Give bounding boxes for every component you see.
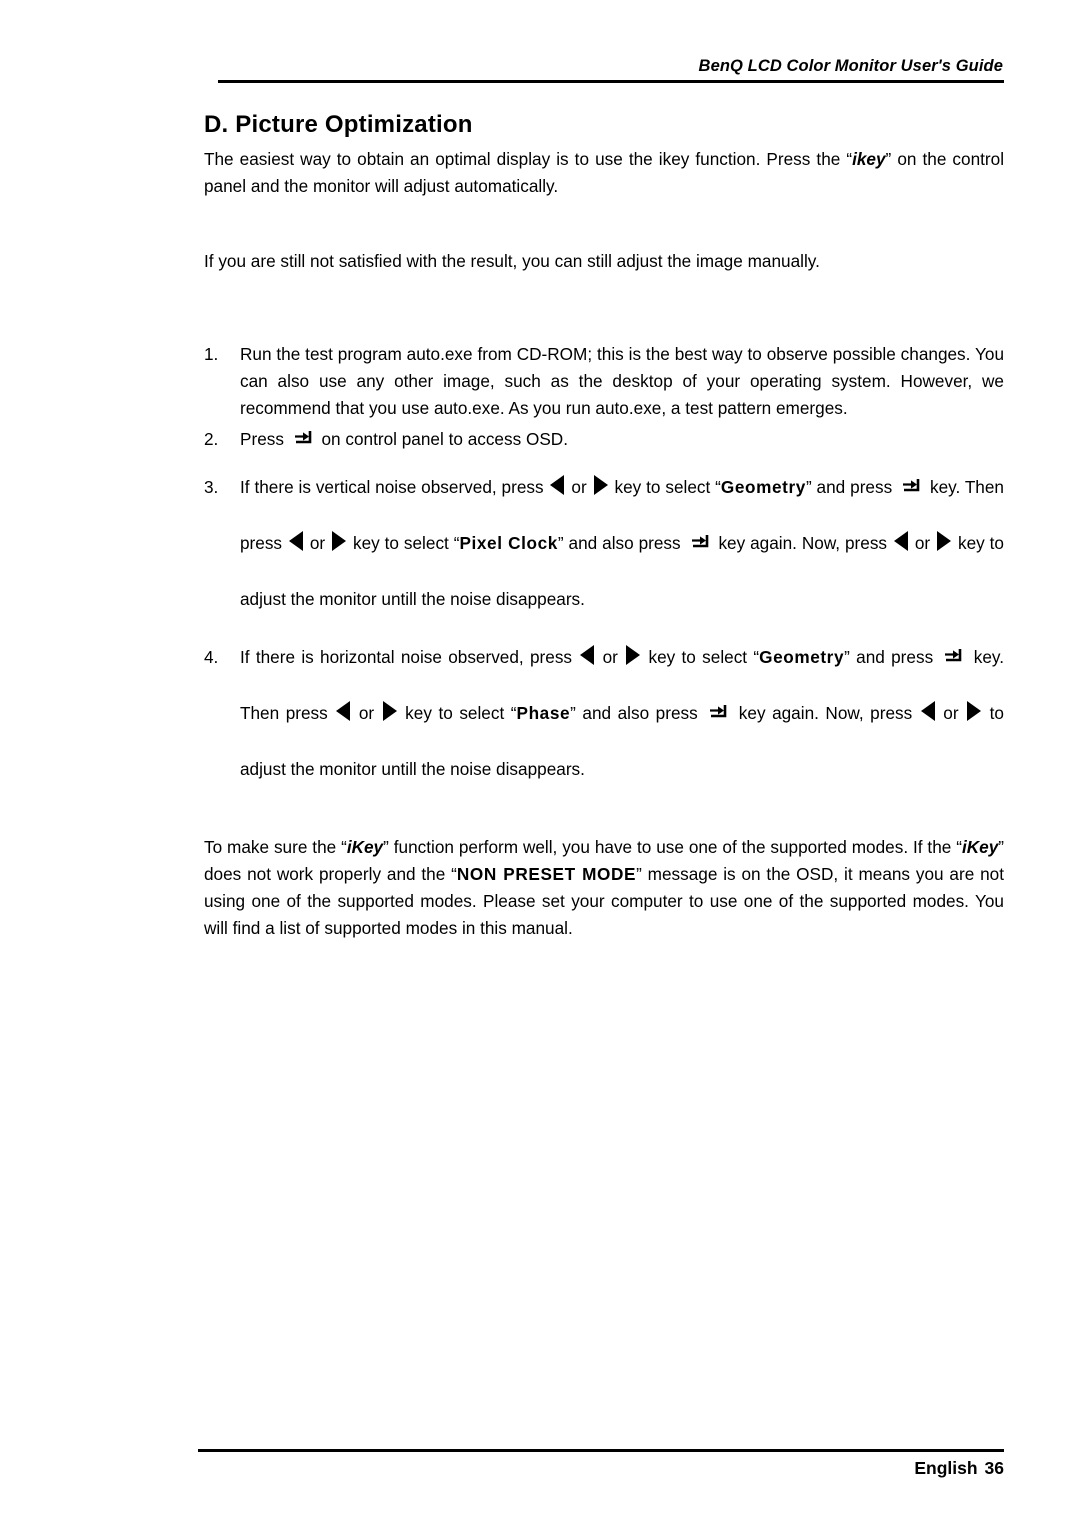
ikey-plain: ikey (658, 149, 690, 169)
document-body: The easiest way to obtain an optimal dis… (204, 146, 1004, 942)
enter-key-icon (942, 647, 964, 667)
right-arrow-icon (967, 701, 982, 721)
step-number: 1. (204, 344, 219, 364)
menu-label-phase: Phase (516, 703, 571, 723)
running-head: BenQ LCD Color Monitor User's Guide (698, 57, 1003, 75)
osd-message-non-preset-mode: NON PRESET MODE (456, 864, 637, 884)
menu-label-geometry: Geometry (759, 647, 845, 667)
left-arrow-icon (920, 701, 935, 721)
enter-key-icon (900, 477, 922, 497)
page-footer: English 36 (198, 1458, 1004, 1479)
ikey-emphasis: iKey (961, 837, 999, 857)
page-number: 36 (984, 1458, 1004, 1478)
left-arrow-icon (893, 531, 908, 551)
intro-paragraph-2: If you are still not satisfied with the … (204, 251, 820, 271)
right-arrow-icon (593, 475, 608, 495)
left-arrow-icon (580, 645, 595, 665)
step-text-after: on control panel to access OSD. (316, 429, 568, 449)
left-arrow-icon (550, 475, 565, 495)
step-item-1: 1. Run the test program auto.exe from CD-… (204, 341, 1004, 422)
step-text-before: Press (240, 429, 289, 449)
left-arrow-icon (288, 531, 303, 551)
intro-paragraph-1: The easiest way to obtain an optimal dis… (204, 146, 1004, 200)
enter-key-icon (689, 533, 711, 553)
step-number: 2. (204, 429, 219, 449)
right-arrow-icon (332, 531, 347, 551)
page-title: D. Picture Optimization (204, 111, 473, 139)
right-arrow-icon (626, 645, 641, 665)
right-arrow-icon (937, 531, 952, 551)
header-rule (218, 80, 1004, 83)
step-item-3: 3. If there is vertical noise observed, p… (204, 459, 1004, 627)
right-arrow-icon (382, 701, 397, 721)
menu-label-pixel-clock: Pixel Clock (459, 533, 558, 553)
step-text: If there is horizontal noise observed, p… (240, 645, 1004, 779)
intro-text-1: The easiest way to obtain an optimal dis… (204, 149, 659, 169)
closing-paragraph: To make sure the “iKey” function perform… (204, 837, 1004, 938)
step-text: Run the test program auto.exe from CD-RO… (240, 344, 1004, 418)
step-item-4: 4. If there is horizontal noise observed,… (204, 629, 1004, 797)
ikey-emphasis: ikey (852, 149, 886, 169)
ikey-emphasis: iKey (346, 837, 384, 857)
step-item-2: 2. Press on control panel to access OSD. (204, 426, 1004, 453)
menu-label-geometry: Geometry (720, 477, 806, 497)
step-number: 4. (204, 647, 219, 667)
footer-language: English (914, 1458, 978, 1478)
left-arrow-icon (336, 701, 351, 721)
step-number: 3. (204, 477, 219, 497)
step-text: If there is vertical noise observed, pre… (240, 475, 1004, 609)
steps-list: 1. Run the test program auto.exe from CD-… (204, 341, 1004, 797)
enter-key-icon (292, 429, 314, 449)
document-page: BenQ LCD Color Monitor User's Guide D. P… (0, 0, 1080, 1528)
footer-rule (198, 1449, 1004, 1452)
enter-key-icon (707, 703, 729, 723)
intro-text-2: function. Press the “ (689, 149, 853, 169)
